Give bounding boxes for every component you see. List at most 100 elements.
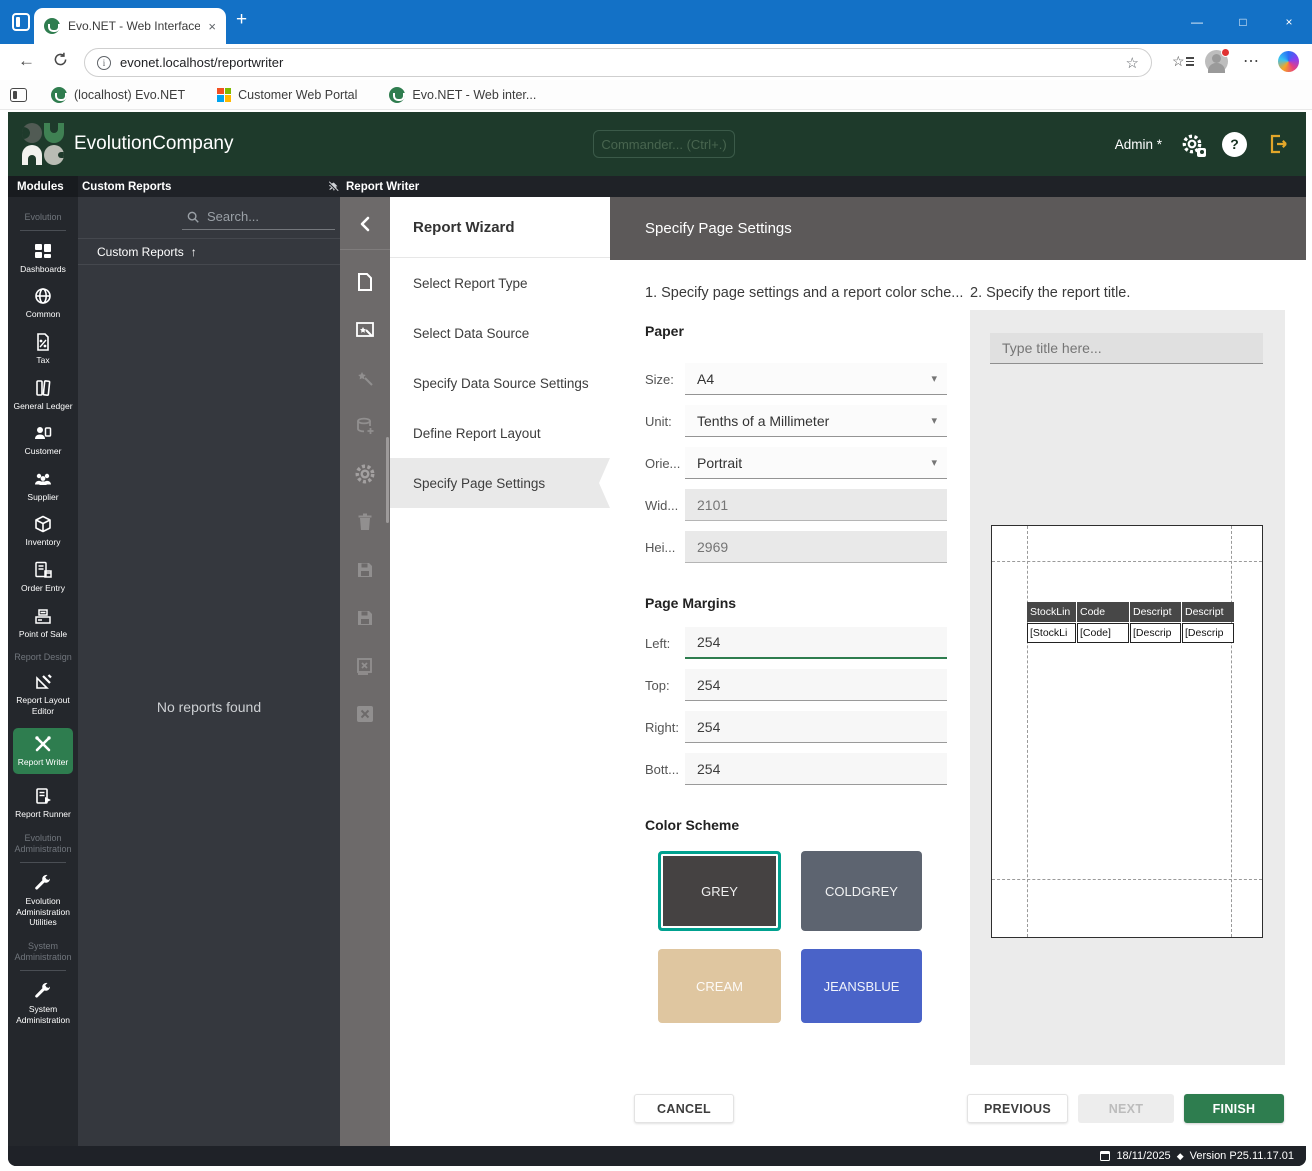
report-wizard-icon[interactable] — [340, 306, 390, 354]
user-menu[interactable]: Admin * — [1115, 137, 1162, 152]
sidebar-item-system-administration[interactable]: System Administration — [10, 981, 76, 1025]
tab-report-writer[interactable]: Report Writer — [327, 176, 419, 197]
new-report-icon[interactable] — [340, 258, 390, 306]
sidebar-item-dashboards[interactable]: Dashboards — [10, 241, 76, 275]
cancel-button[interactable]: CANCEL — [634, 1094, 734, 1123]
size-label: Size: — [645, 372, 685, 387]
minimize-button[interactable]: — — [1174, 0, 1220, 44]
evonet-favicon — [44, 18, 60, 34]
bookmark-evonet-web[interactable]: Evo.NET - Web inter... — [389, 87, 536, 103]
wizard-step-specify-page-settings[interactable]: Specify Page Settings — [390, 458, 610, 508]
margin-bottom-input[interactable] — [685, 753, 947, 784]
supplier-icon — [33, 469, 53, 489]
color-scheme-options: GREY COLDGREY CREAM JEANSBLUE — [658, 851, 947, 1023]
microsoft-logo-icon — [217, 88, 231, 102]
margin-left-input[interactable] — [685, 627, 947, 657]
settings-gear-icon[interactable] — [340, 450, 390, 498]
page-title: Specify Page Settings — [610, 197, 1306, 260]
margin-top-input[interactable] — [685, 669, 947, 700]
collapse-panel-icon[interactable] — [340, 203, 390, 245]
sidebar-item-order-entry[interactable]: Order Entry — [10, 560, 76, 594]
maximize-button[interactable]: □ — [1220, 0, 1266, 44]
reports-list-header[interactable]: Custom Reports ↑ — [78, 238, 340, 265]
add-datasource-icon[interactable] — [340, 402, 390, 450]
bookmarks-panel-icon[interactable] — [10, 88, 27, 102]
search-icon — [186, 210, 200, 224]
browser-tab[interactable]: Evo.NET - Web Interface for Sage × — [34, 8, 226, 44]
discard-report-icon[interactable] — [340, 642, 390, 690]
profile-avatar[interactable] — [1205, 50, 1228, 73]
tab-close-icon[interactable]: × — [208, 20, 216, 33]
back-icon[interactable]: ← — [18, 52, 35, 69]
sidebar-item-general-ledger[interactable]: General Ledger — [10, 378, 76, 412]
unit-select[interactable]: Tenths of a Millimeter ▾ — [685, 405, 947, 437]
workspace-icon[interactable] — [12, 13, 30, 31]
save-icon[interactable] — [340, 546, 390, 594]
app-header: EvolutionCompany Commander... (Ctrl+.) A… — [8, 112, 1306, 176]
paper-size-row: Size: A4 ▾ — [645, 363, 947, 395]
divider — [20, 230, 66, 231]
wizard-step-specify-data-source-settings[interactable]: Specify Data Source Settings — [390, 358, 610, 408]
wizard-step-select-data-source[interactable]: Select Data Source — [390, 308, 610, 358]
order-entry-icon — [33, 560, 53, 580]
sidebar-item-report-layout-editor[interactable]: Report Layout Editor — [10, 672, 76, 716]
color-option-grey[interactable]: GREY — [658, 851, 781, 931]
previous-button[interactable]: PREVIOUS — [967, 1094, 1068, 1123]
report-title-input[interactable] — [990, 333, 1263, 364]
finish-button[interactable]: FINISH — [1184, 1094, 1284, 1123]
wizard-step-define-report-layout[interactable]: Define Report Layout — [390, 408, 610, 458]
color-option-cream[interactable]: CREAM — [658, 949, 781, 1023]
sidebar-item-point-of-sale[interactable]: Point of Sale — [10, 606, 76, 640]
tax-document-icon — [33, 332, 53, 352]
manage-settings-icon[interactable] — [1181, 133, 1203, 155]
evonet-app: EvolutionCompany Commander... (Ctrl+.) A… — [8, 112, 1306, 1166]
page-settings-content: Specify Page Settings 1. Specify page se… — [610, 197, 1306, 1146]
favorite-star-icon[interactable]: ☆ — [1126, 54, 1139, 72]
ledger-books-icon — [33, 378, 53, 398]
instruction-1: 1. Specify page settings and a report co… — [645, 285, 963, 301]
tab-modules[interactable]: Modules — [8, 176, 78, 197]
sidebar-item-supplier[interactable]: Supplier — [10, 469, 76, 503]
sidebar-item-common[interactable]: Common — [10, 286, 76, 320]
site-info-icon[interactable] — [97, 56, 111, 70]
close-button[interactable]: × — [1266, 0, 1312, 44]
margin-right-input[interactable] — [685, 711, 947, 742]
logout-icon[interactable] — [1266, 132, 1290, 156]
commander-search[interactable]: Commander... (Ctrl+.) — [593, 130, 735, 158]
color-option-coldgrey[interactable]: COLDGREY — [801, 851, 922, 931]
favorites-bar-icon[interactable]: ☆ — [1172, 53, 1194, 70]
tab-custom-reports[interactable]: Custom Reports — [82, 176, 171, 197]
sidebar-item-inventory[interactable]: Inventory — [10, 514, 76, 548]
copilot-icon[interactable] — [1278, 51, 1299, 72]
reports-search[interactable] — [182, 204, 335, 230]
sidebar-item-customer[interactable]: Customer — [10, 423, 76, 457]
magic-wand-icon[interactable] — [340, 354, 390, 402]
save-as-icon[interactable] — [340, 594, 390, 642]
preview-data-row: [StockLi [Code] [Descrip [Descrip — [1027, 622, 1235, 643]
sidebar-section-report-design: Report Design — [14, 652, 72, 664]
delete-icon[interactable] — [340, 498, 390, 546]
address-bar[interactable]: evonet.localhost/reportwriter ☆ — [84, 48, 1152, 77]
bookmark-customer-web-portal[interactable]: Customer Web Portal — [217, 88, 357, 102]
bookmark-localhost-evonet[interactable]: (localhost) Evo.NET — [51, 87, 185, 103]
sidebar-item-evolution-administration-utilities[interactable]: Evolution Administration Utilities — [10, 873, 76, 928]
search-input[interactable] — [207, 209, 331, 224]
orientation-select[interactable]: Portrait ▾ — [685, 447, 947, 479]
size-select[interactable]: A4 ▾ — [685, 363, 947, 395]
toolbar-scrollbar[interactable] — [386, 437, 389, 523]
paper-unit-row: Unit: Tenths of a Millimeter ▾ — [645, 405, 947, 437]
wrench-icon — [33, 873, 53, 893]
sidebar-item-report-runner[interactable]: Report Runner — [10, 786, 76, 820]
sidebar-item-tax[interactable]: Tax — [10, 332, 76, 366]
refresh-icon[interactable] — [52, 51, 69, 68]
new-tab-button[interactable]: + — [236, 10, 247, 29]
help-icon[interactable] — [1222, 132, 1247, 157]
next-button: NEXT — [1078, 1094, 1174, 1123]
sidebar-item-report-writer[interactable]: Report Writer — [13, 728, 73, 774]
close-icon[interactable] — [340, 690, 390, 738]
browser-menu-icon[interactable]: ⋯ — [1243, 51, 1259, 71]
unpin-icon[interactable] — [327, 181, 339, 193]
wizard-step-select-report-type[interactable]: Select Report Type — [390, 258, 610, 308]
color-option-jeansblue[interactable]: JEANSBLUE — [801, 949, 922, 1023]
modules-sidebar: Evolution Dashboards Common Tax General … — [8, 197, 78, 1146]
